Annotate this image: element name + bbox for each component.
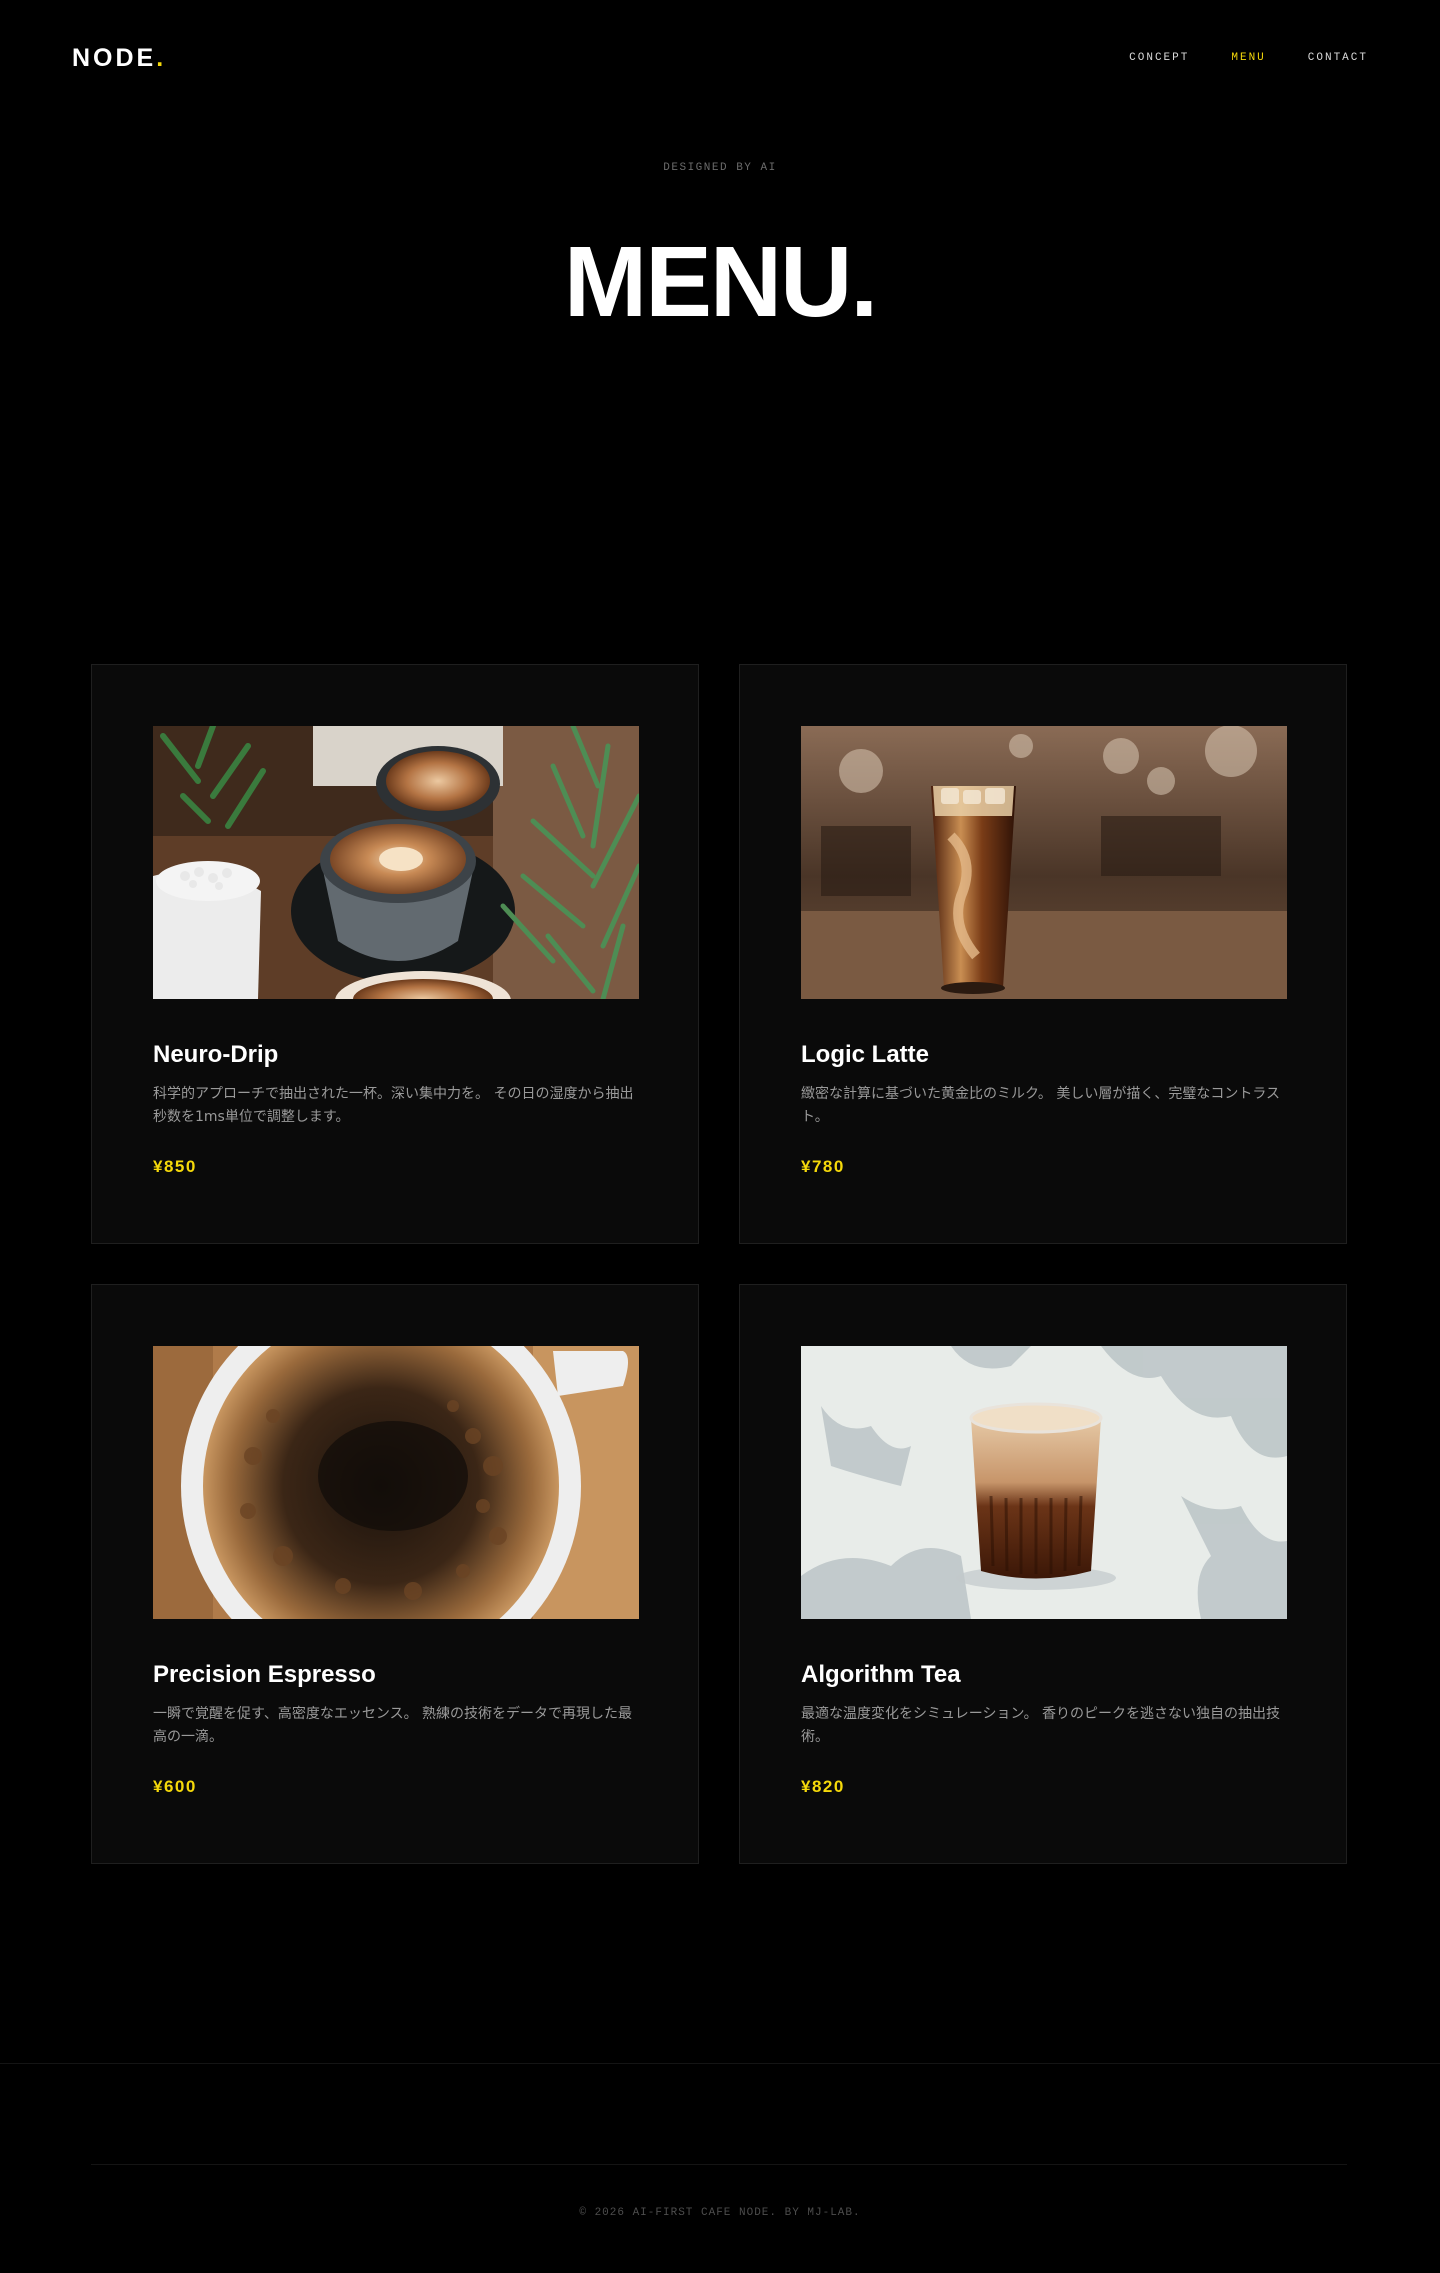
nav-item-concept[interactable]: CONCEPT <box>1129 52 1189 64</box>
site-logo[interactable]: NODE. <box>72 44 166 73</box>
menu-photo-logic-latte <box>801 726 1287 999</box>
menu-item-description: 最適な温度変化をシミュレーション。 香りのピークを逃さない独自の抽出技術。 <box>801 1706 1281 1745</box>
menu-item-price: ¥600 <box>153 1777 197 1796</box>
page-title: MENU. <box>563 226 878 338</box>
menu-item-name: Algorithm Tea <box>801 1661 961 1688</box>
menu-item-price: ¥850 <box>153 1157 197 1176</box>
hero-subtitle: DESIGNED BY AI <box>663 162 777 174</box>
logo-text: NODE <box>72 44 157 72</box>
menu-item-name: Logic Latte <box>801 1041 930 1068</box>
copyright-text: © 2026 AI-FIRST CAFE NODE. BY MJ-LAB. <box>579 2207 861 2219</box>
menu-item-name: Neuro-Drip <box>153 1041 279 1068</box>
menu-photo-precision-espresso <box>153 1346 639 1619</box>
logo-dot: . <box>156 44 167 72</box>
nav-item-contact[interactable]: CONTACT <box>1308 52 1368 64</box>
footer-divider <box>0 2063 1440 2064</box>
footer-divider <box>91 2164 1347 2165</box>
menu-photo-neuro-drip <box>153 726 639 999</box>
nav-item-menu[interactable]: MENU <box>1231 52 1265 64</box>
site-header: NODE. CONCEPT MENU CONTACT <box>0 0 1440 118</box>
menu-card-algorithm-tea: Algorithm Tea 最適な温度変化をシミュレーション。 香りのピークを逃… <box>739 1284 1347 1864</box>
menu-item-description: 緻密な計算に基づいた黄金比のミルク。 美しい層が描く、完璧なコントラスト。 <box>801 1086 1281 1125</box>
menu-item-name: Precision Espresso <box>153 1661 376 1688</box>
menu-card-neuro-drip: Neuro-Drip 科学的アプローチで抽出された一杯。深い集中力を。 その日の… <box>91 664 699 1244</box>
menu-card-precision-espresso: Precision Espresso 一瞬で覚醒を促す、高密度なエッセンス。 熟… <box>91 1284 699 1864</box>
menu-card-logic-latte: Logic Latte 緻密な計算に基づいた黄金比のミルク。 美しい層が描く、完… <box>739 664 1347 1244</box>
menu-item-description: 一瞬で覚醒を促す、高密度なエッセンス。 熟練の技術をデータで再現した最高の一滴。 <box>153 1706 633 1745</box>
menu-item-description: 科学的アプローチで抽出された一杯。深い集中力を。 その日の湿度から抽出秒数を1m… <box>153 1086 634 1125</box>
menu-photo-algorithm-tea <box>801 1346 1287 1619</box>
menu-item-price: ¥820 <box>801 1777 845 1796</box>
main-nav: CONCEPT MENU CONTACT <box>1129 52 1368 64</box>
menu-item-price: ¥780 <box>801 1157 845 1176</box>
